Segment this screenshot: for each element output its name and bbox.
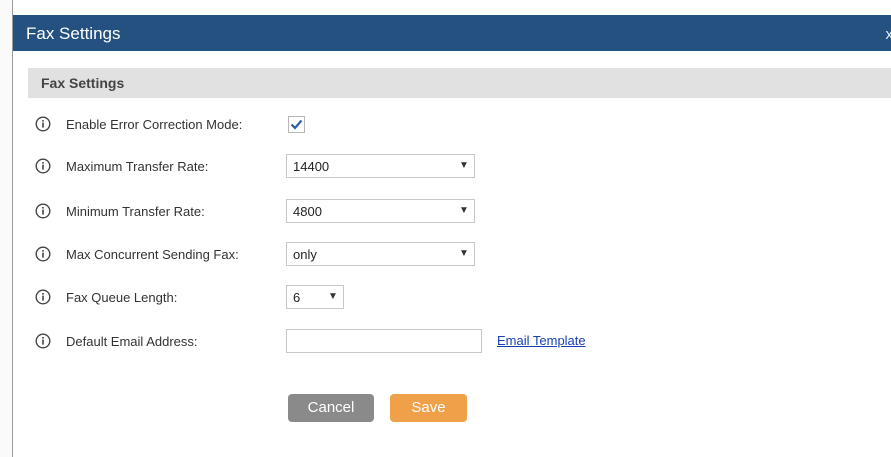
triangle-down-icon: ▼ — [459, 248, 469, 259]
dialog-title: Fax Settings — [26, 24, 121, 43]
section-header: Fax Settings — [28, 68, 891, 98]
max-transfer-rate-label: Maximum Transfer Rate: — [66, 159, 209, 174]
min-transfer-rate-select[interactable]: 4800 ▼ — [286, 199, 475, 223]
queue-length-select[interactable]: 6 ▼ — [286, 285, 344, 309]
max-transfer-rate-value: 14400 — [293, 159, 330, 174]
dialog-titlebar: Fax Settings x — [13, 15, 891, 51]
max-transfer-rate-select[interactable]: 14400 ▼ — [286, 154, 475, 178]
button-row: Cancel Save — [13, 394, 891, 424]
info-icon[interactable] — [35, 333, 51, 349]
row-max-transfer-rate: Maximum Transfer Rate: 14400 ▼ — [13, 154, 891, 180]
row-max-concurrent: Max Concurrent Sending Fax: only ▼ — [13, 242, 891, 268]
close-icon[interactable]: x — [886, 26, 891, 43]
error-correction-checkbox[interactable] — [288, 116, 305, 133]
row-min-transfer-rate: Minimum Transfer Rate: 4800 ▼ — [13, 199, 891, 225]
save-button[interactable]: Save — [390, 394, 467, 422]
info-icon[interactable] — [35, 246, 51, 262]
row-error-correction: Enable Error Correction Mode: — [13, 112, 891, 138]
queue-length-label: Fax Queue Length: — [66, 290, 178, 305]
row-queue-length: Fax Queue Length: 6 ▼ — [13, 285, 891, 311]
error-correction-label: Enable Error Correction Mode: — [66, 117, 243, 132]
cancel-button[interactable]: Cancel — [288, 394, 374, 422]
info-icon[interactable] — [35, 116, 51, 132]
triangle-down-icon: ▼ — [459, 205, 469, 216]
info-icon[interactable] — [35, 289, 51, 305]
max-concurrent-select[interactable]: only ▼ — [286, 242, 475, 266]
info-icon[interactable] — [35, 203, 51, 219]
row-email: Default Email Address: Email Template — [13, 329, 891, 355]
info-icon[interactable] — [35, 158, 51, 174]
queue-length-value: 6 — [293, 290, 301, 305]
fax-settings-dialog: Fax Settings x Fax Settings Enable Error… — [13, 15, 891, 457]
max-concurrent-label: Max Concurrent Sending Fax: — [66, 247, 239, 262]
email-field[interactable] — [286, 329, 482, 353]
email-label: Default Email Address: — [66, 334, 198, 349]
section-title: Fax Settings — [41, 75, 125, 91]
max-concurrent-value: only — [293, 247, 317, 262]
min-transfer-rate-label: Minimum Transfer Rate: — [66, 204, 205, 219]
triangle-down-icon: ▼ — [459, 160, 469, 171]
triangle-down-icon: ▼ — [328, 291, 338, 302]
window-left-edge — [0, 0, 13, 457]
min-transfer-rate-value: 4800 — [293, 204, 322, 219]
email-template-link[interactable]: Email Template — [497, 333, 586, 348]
